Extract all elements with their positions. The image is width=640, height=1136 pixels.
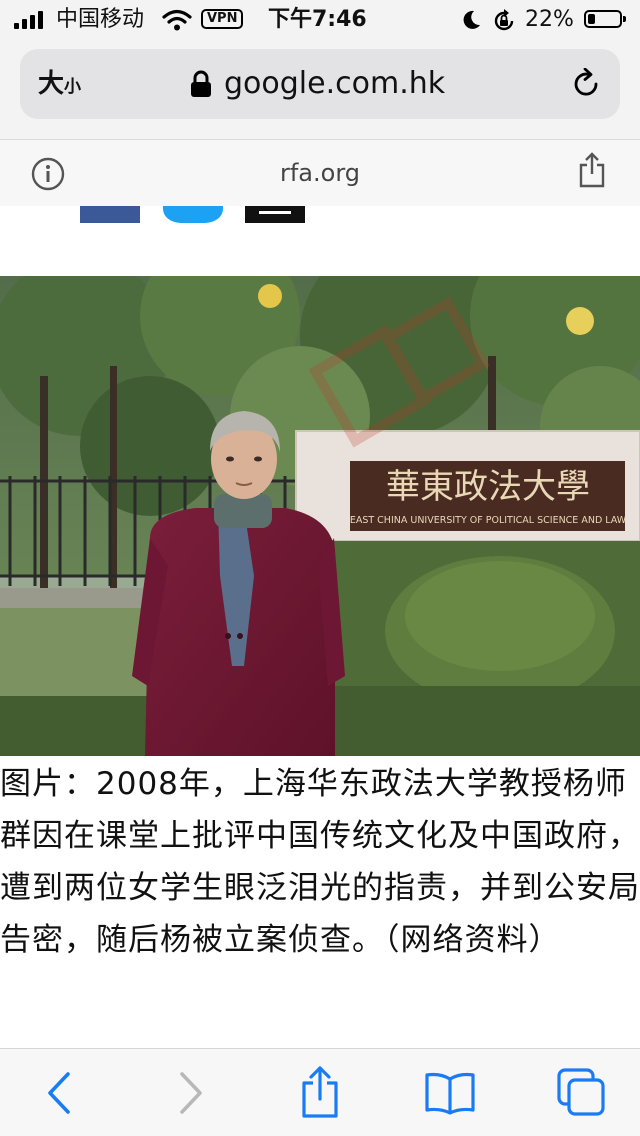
article-photo: 華東政法大學 EAST CHINA UNIVERSITY OF POLITICA… xyxy=(0,276,640,756)
reload-icon[interactable] xyxy=(570,68,602,100)
email-share-button[interactable] xyxy=(245,206,305,223)
site-bar: rfa.org xyxy=(0,140,640,206)
wifi-icon xyxy=(162,9,192,31)
orientation-lock-icon xyxy=(494,9,514,31)
battery-icon xyxy=(584,10,626,28)
lock-icon xyxy=(191,70,211,97)
signal-icon xyxy=(14,11,43,29)
clock: 下午7:46 xyxy=(268,7,367,32)
status-bar: 中国移动 VPN 下午7:46 22% xyxy=(0,0,640,40)
twitter-share-button[interactable] xyxy=(163,206,223,223)
back-icon[interactable] xyxy=(44,1069,74,1117)
bookmarks-icon[interactable] xyxy=(424,1071,476,1115)
sign-chinese-text: 華東政法大學 xyxy=(386,467,590,507)
address-bar[interactable]: 大小 google.com.hk xyxy=(20,49,620,119)
url-field[interactable]: google.com.hk xyxy=(190,66,445,102)
text-size-small: 小 xyxy=(64,77,82,97)
facebook-share-button[interactable] xyxy=(80,206,140,223)
carrier-name: 中国移动 xyxy=(56,7,145,32)
battery-percent: 22% xyxy=(525,7,574,32)
share-icon[interactable] xyxy=(578,152,606,188)
url-text: google.com.hk xyxy=(224,66,446,101)
photo-caption: 图片：2008年，上海华东政法大学教授杨师群因在课堂上批评中国传统文化及中国政府… xyxy=(0,766,640,958)
browser-header: 大小 google.com.hk xyxy=(0,40,640,140)
social-share-row xyxy=(0,206,640,224)
site-name: rfa.org xyxy=(279,159,360,187)
tabs-icon[interactable] xyxy=(556,1067,606,1117)
vpn-badge: VPN xyxy=(201,9,244,29)
text-size-button[interactable]: 大小 xyxy=(38,69,81,102)
share-icon[interactable] xyxy=(300,1065,340,1119)
forward-icon[interactable] xyxy=(176,1069,206,1117)
browser-toolbar xyxy=(0,1048,640,1136)
text-size-big: 大 xyxy=(38,69,65,99)
sign-english-text: EAST CHINA UNIVERSITY OF POLITICAL SCIEN… xyxy=(350,515,627,526)
moon-icon xyxy=(463,10,480,29)
